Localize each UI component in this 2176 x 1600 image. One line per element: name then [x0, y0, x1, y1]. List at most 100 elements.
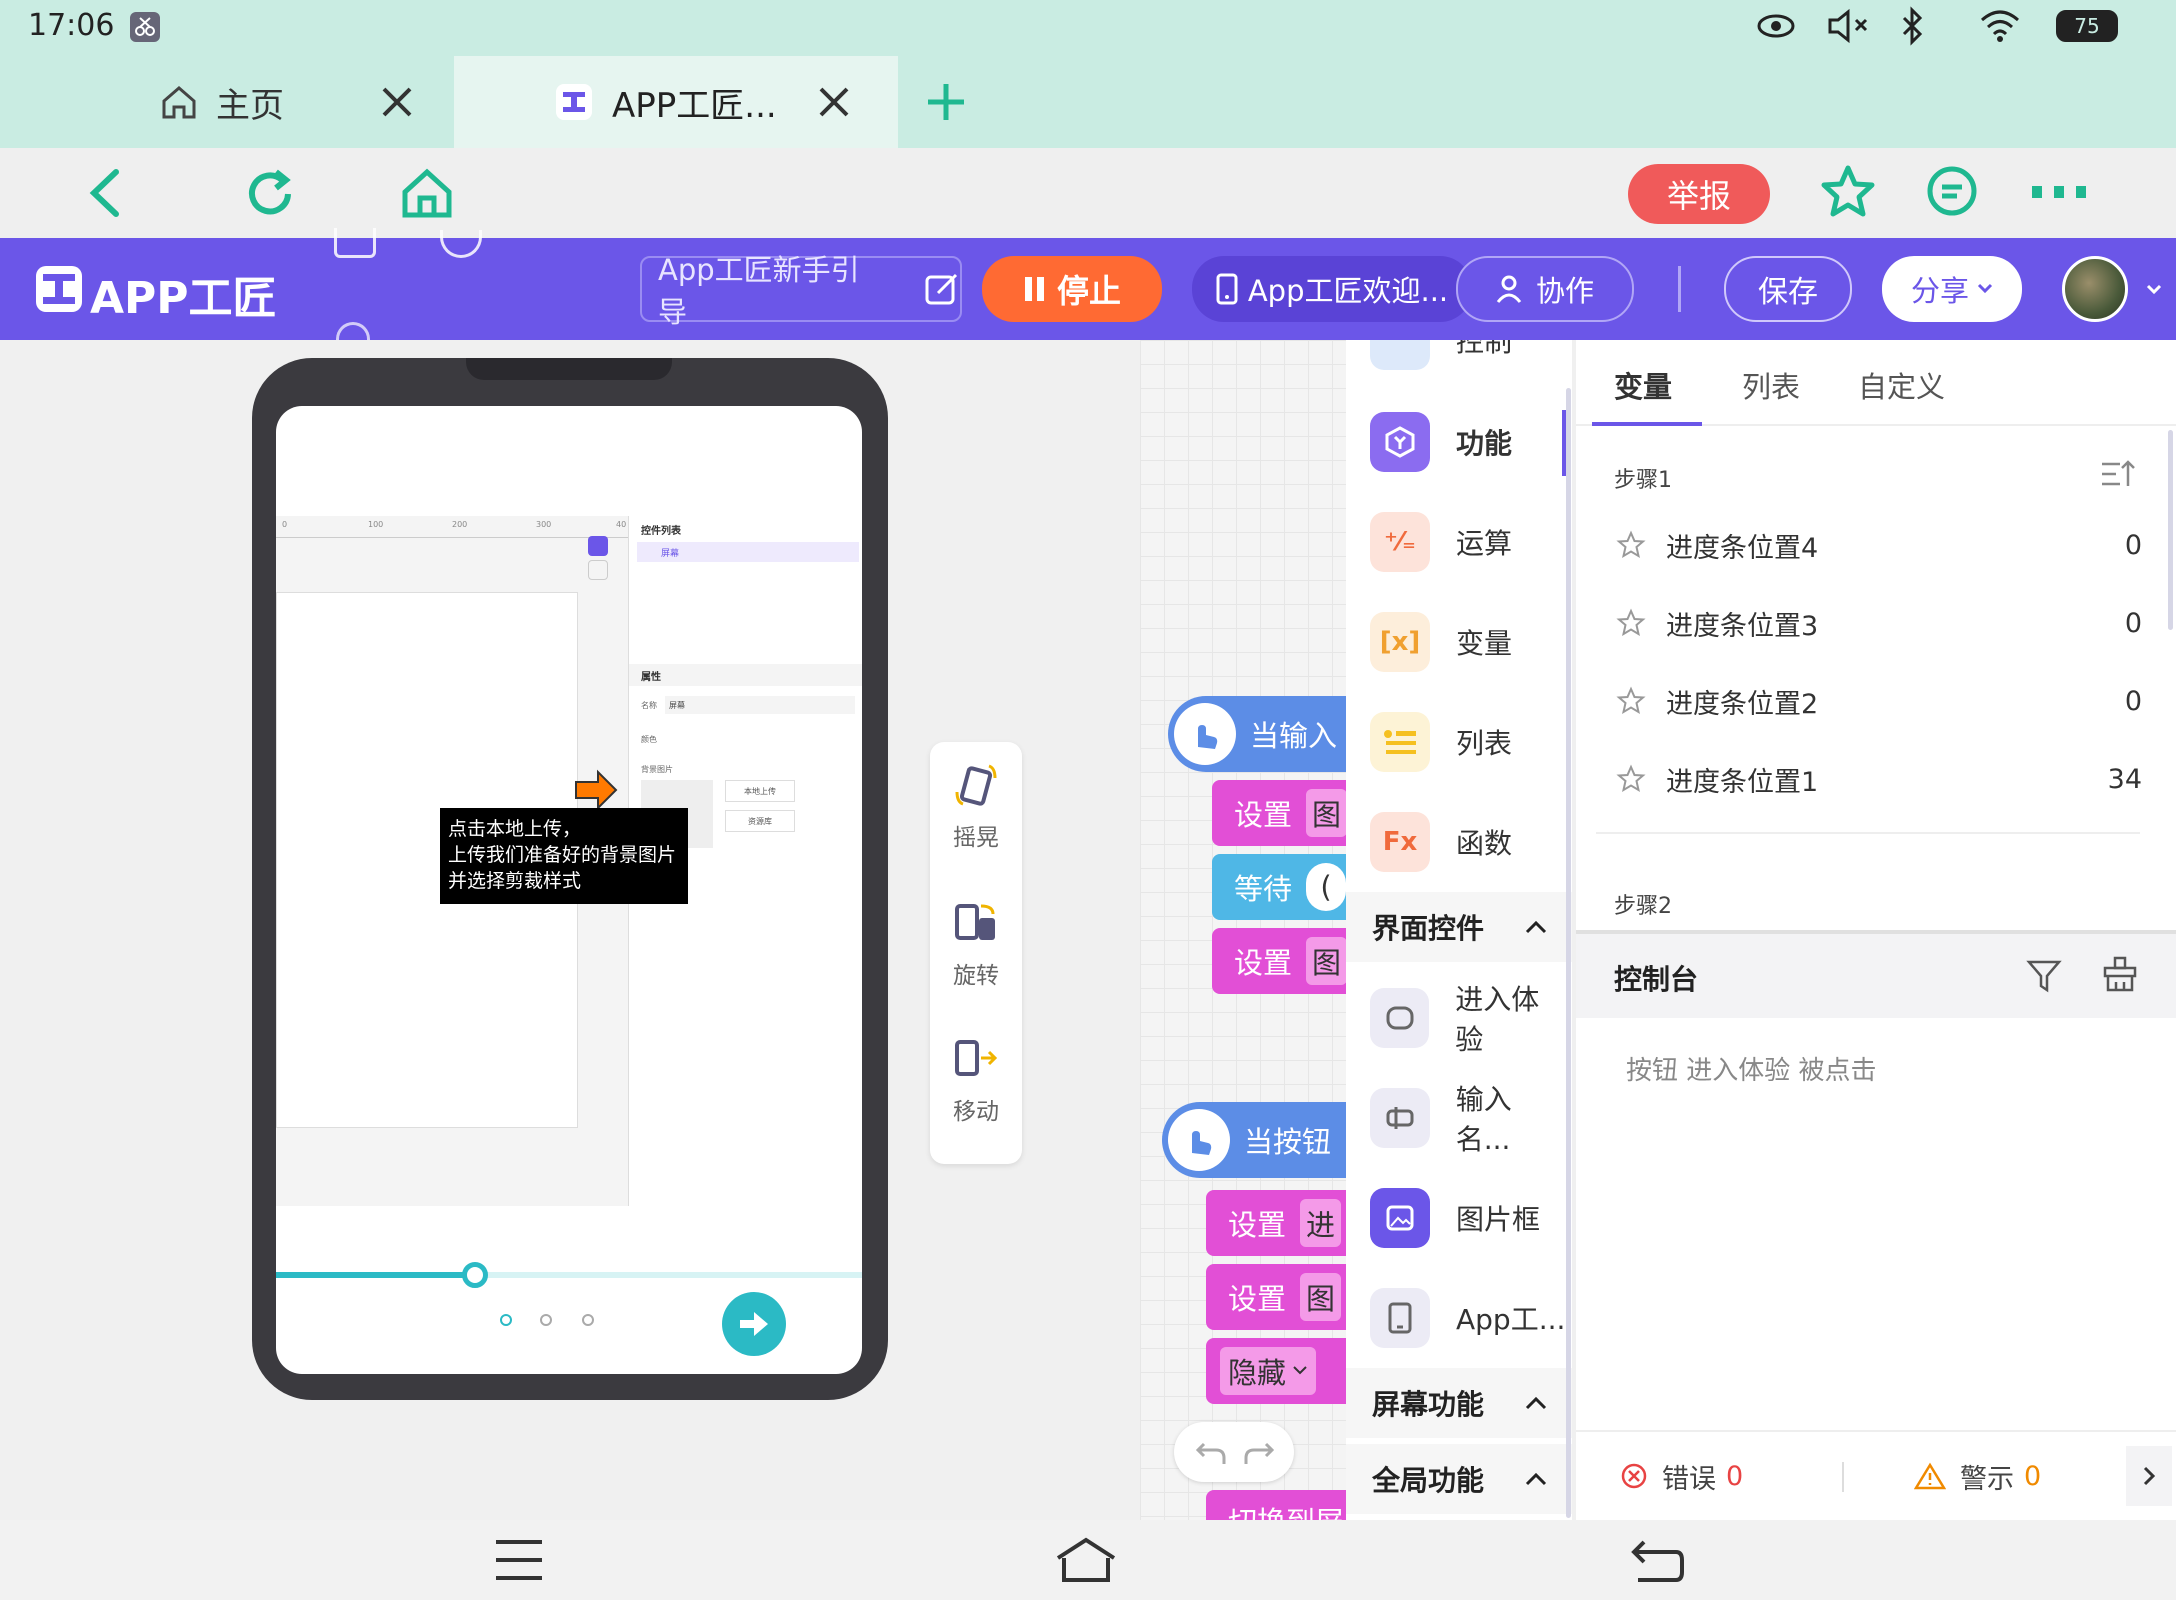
star-outline-icon: [1616, 764, 1646, 793]
variables-scrollbar[interactable]: [2168, 430, 2173, 630]
next-button[interactable]: [722, 1292, 786, 1356]
console-title: 控制台: [1614, 963, 1699, 996]
palette-item-function[interactable]: 功能: [1346, 392, 1566, 492]
save-button[interactable]: 保存: [1724, 256, 1852, 322]
section-screen-functions[interactable]: 屏幕功能: [1346, 1368, 1572, 1438]
variable-row[interactable]: 进度条位置3 0: [1576, 584, 2166, 662]
star-icon[interactable]: [1820, 164, 1876, 220]
block-slot[interactable]: 图: [1306, 789, 1346, 837]
tab-lists[interactable]: 列表: [1742, 364, 1800, 406]
tab-label: 主页: [216, 85, 284, 126]
refresh-icon[interactable]: [242, 166, 298, 222]
undo-icon[interactable]: [1194, 1438, 1228, 1466]
page-dot[interactable]: [540, 1314, 552, 1326]
page-dot-active[interactable]: [500, 1314, 512, 1326]
widget-icon: [588, 560, 608, 580]
comment-icon[interactable]: [1924, 164, 1980, 220]
hide-dropdown[interactable]: 隐藏: [1220, 1347, 1317, 1395]
tab-custom[interactable]: 自定义: [1858, 364, 1945, 406]
set-block[interactable]: 设置 图: [1212, 928, 1346, 994]
motion-move[interactable]: 移动: [930, 1036, 1022, 1146]
home-icon[interactable]: [400, 166, 454, 220]
menu-icon[interactable]: [494, 1538, 544, 1582]
tab-variables[interactable]: 变量: [1614, 364, 1672, 406]
variable-value: 0: [2124, 607, 2142, 639]
chevron-right-icon[interactable]: [2126, 1446, 2172, 1506]
block-canvas[interactable]: 当输入 设置 图 等待 ( 设置 图 当按钮 设置 进 设置 图 隐藏: [1140, 340, 1346, 1520]
palette-item-list[interactable]: 列表: [1346, 692, 1566, 792]
new-tab-icon[interactable]: [924, 80, 968, 124]
event-block[interactable]: 当按钮: [1162, 1102, 1346, 1178]
report-button[interactable]: 举报: [1628, 164, 1770, 224]
hide-block[interactable]: 隐藏: [1206, 1338, 1346, 1404]
tab-app[interactable]: APP工匠...: [454, 56, 898, 148]
variable-value: 0: [2124, 529, 2142, 561]
palette-label: 进入体验: [1455, 983, 1540, 1056]
workspace: 0 100 200 300 40 控件列表 屏幕 属性 名称 屏幕 颜色 背景图…: [0, 340, 2176, 1520]
event-block[interactable]: 当输入: [1168, 696, 1346, 772]
block-slot[interactable]: 图: [1300, 1273, 1342, 1321]
stop-button[interactable]: 停止: [982, 256, 1162, 322]
block-slot[interactable]: 图: [1306, 937, 1346, 985]
back-icon[interactable]: [1630, 1536, 1686, 1584]
redo-icon[interactable]: [1242, 1438, 1276, 1466]
sort-icon[interactable]: [2100, 458, 2136, 490]
tab-active-indicator: [1592, 422, 1702, 426]
palette-item-image-widget[interactable]: 图片框: [1346, 1168, 1566, 1268]
motion-rotate[interactable]: 旋转: [930, 900, 1022, 1010]
page-dot[interactable]: [582, 1314, 594, 1326]
undo-redo-bar: [1174, 1422, 1294, 1482]
share-button[interactable]: 分享: [1882, 256, 2022, 322]
set-block[interactable]: 设置 图: [1206, 1264, 1346, 1330]
palette-item-variable[interactable]: [x] 变量: [1346, 592, 1566, 692]
variable-row[interactable]: 进度条位置2 0: [1576, 662, 2166, 740]
device-icon[interactable]: [334, 228, 376, 258]
close-icon[interactable]: [380, 85, 414, 119]
chevron-down-icon[interactable]: [2146, 284, 2162, 296]
warning-counter[interactable]: 警示 0: [1914, 1454, 2041, 1498]
palette-scrollbar[interactable]: [1566, 388, 1571, 1518]
switch-screen-block[interactable]: 切换到屏: [1206, 1490, 1346, 1520]
help-icon[interactable]: [440, 230, 482, 258]
palette-item-button-widget[interactable]: 进入体验: [1346, 968, 1566, 1068]
motion-shake[interactable]: 摇晃: [930, 762, 1022, 872]
variable-row[interactable]: 进度条位置4 0: [1576, 506, 2166, 584]
more-icon[interactable]: [2030, 184, 2090, 200]
tab-home[interactable]: 主页: [0, 56, 450, 148]
set-block[interactable]: 设置 图: [1212, 780, 1346, 846]
project-name: App工匠新手引导: [658, 253, 860, 329]
palette-label: 变量: [1456, 627, 1513, 660]
variable-row[interactable]: 进度条位置1 34: [1576, 740, 2166, 818]
block-label: 当输入: [1250, 719, 1338, 753]
section-ui-widgets[interactable]: 界面控件: [1346, 892, 1572, 962]
mini-props-title: 属性: [641, 672, 661, 683]
palette-item-input-widget[interactable]: 输入名...: [1346, 1068, 1566, 1168]
function-icon: [1370, 412, 1430, 472]
clear-icon[interactable]: [2102, 956, 2138, 994]
block-slot[interactable]: (: [1306, 863, 1346, 911]
progress-handle[interactable]: [462, 1262, 489, 1288]
avatar[interactable]: [2062, 256, 2128, 322]
filter-icon[interactable]: [2026, 958, 2062, 994]
project-guide-field[interactable]: App工匠新手引导: [640, 253, 962, 329]
back-icon[interactable]: [86, 168, 122, 218]
block-slot[interactable]: 进: [1300, 1199, 1342, 1247]
wait-block[interactable]: 等待 (: [1212, 854, 1346, 920]
set-block[interactable]: 设置 进: [1206, 1190, 1346, 1256]
tap-icon: [1174, 703, 1236, 765]
screen-select[interactable]: App工匠欢迎...: [1192, 256, 1472, 322]
error-counter[interactable]: 错误 0: [1620, 1454, 1743, 1498]
section-global-functions[interactable]: 全局功能: [1346, 1444, 1572, 1514]
motion-label: 移动: [953, 1099, 999, 1125]
home-icon[interactable]: [1054, 1536, 1118, 1584]
palette-item-fx[interactable]: Fx 函数: [1346, 792, 1566, 892]
console-footer: 错误 0 警示 0: [1576, 1430, 2176, 1520]
close-icon[interactable]: [817, 85, 851, 119]
palette-item-control[interactable]: 控制: [1346, 340, 1566, 390]
palette-item-operator[interactable]: ⁺⁄₌ 运算: [1346, 492, 1566, 592]
phone-notch: [466, 358, 672, 380]
palette-item-screen-widget[interactable]: App工...: [1346, 1268, 1566, 1368]
block-label: 隐藏: [1228, 1356, 1287, 1390]
collab-button[interactable]: 协作: [1456, 256, 1634, 322]
edit-icon[interactable]: [924, 271, 960, 307]
